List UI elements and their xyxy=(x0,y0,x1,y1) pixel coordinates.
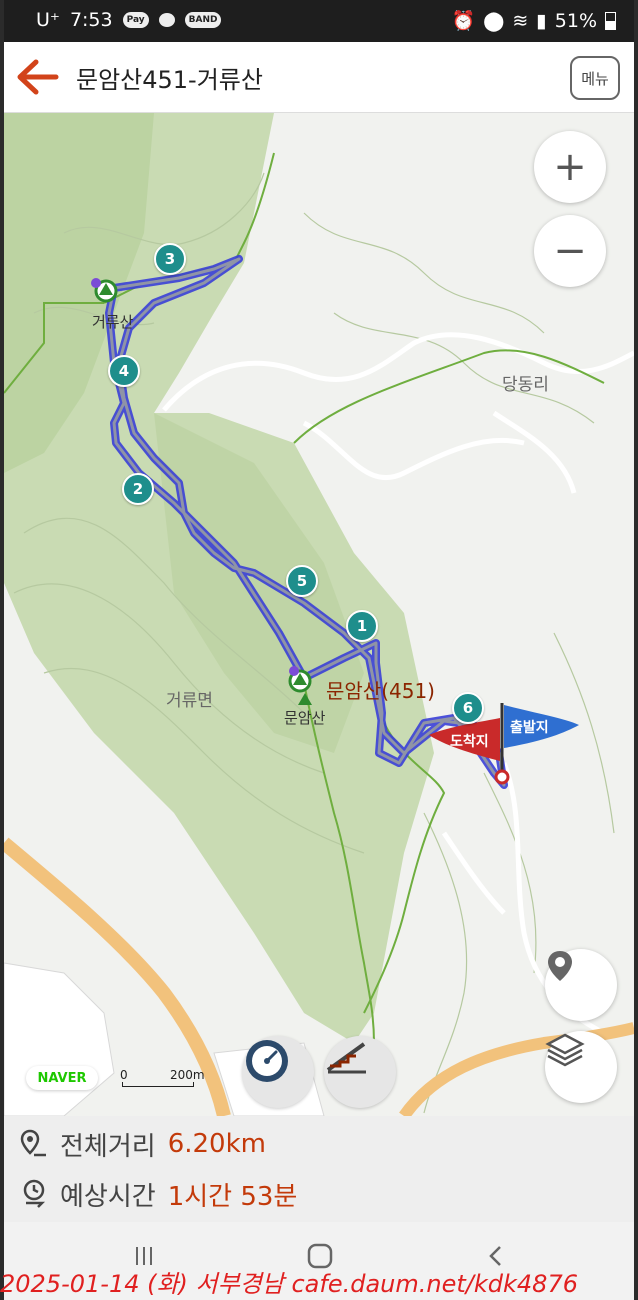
watermark-text: 2025-01-14 (화) 서부경남 cafe.daum.net/kdk487… xyxy=(0,1270,578,1298)
waypoint-marker[interactable]: 5 xyxy=(286,565,318,597)
back-button[interactable] xyxy=(16,58,60,96)
menu-button[interactable]: 메뉴 xyxy=(570,56,620,100)
waypoint-marker[interactable]: 6 xyxy=(452,692,484,724)
start-flag-label: 출발지 xyxy=(510,720,549,736)
area-label-georyu: 거류면 xyxy=(166,691,213,711)
battery-icon xyxy=(605,11,616,30)
scale-zero: 0 xyxy=(120,1068,128,1082)
peak-main-label: 문암산(451) xyxy=(326,679,435,703)
end-flag-label: 도착지 xyxy=(450,734,489,750)
status-right: ⏰ ⬤ ≋ ▮ 51% xyxy=(451,9,616,32)
status-bar: U⁺ 7:53 Pay BAND ⏰ ⬤ ≋ ▮ 51% xyxy=(4,0,634,42)
layers-button[interactable] xyxy=(545,1031,617,1103)
layers-icon xyxy=(545,1033,585,1067)
band-badge-icon: BAND xyxy=(184,12,222,28)
time-label: 예상시간 xyxy=(60,1181,156,1212)
waypoint-marker[interactable]: 4 xyxy=(108,355,140,387)
zoom-in-button[interactable]: + xyxy=(534,131,606,203)
battery-level: 51% xyxy=(554,9,597,32)
zoom-out-button[interactable]: − xyxy=(534,215,606,287)
waypoint-marker[interactable]: 3 xyxy=(154,243,186,275)
time-value: 1시간 53분 xyxy=(167,1181,298,1212)
distance-pin-icon xyxy=(20,1129,46,1157)
waypoint-marker[interactable]: 1 xyxy=(346,610,378,642)
back-arrow-icon xyxy=(17,59,59,95)
wifi-icon: ≋ xyxy=(512,9,529,32)
chat-icon xyxy=(158,13,175,27)
app-frame: U⁺ 7:53 Pay BAND ⏰ ⬤ ≋ ▮ 51% 문암산451-거류산 … xyxy=(4,0,634,1300)
app-header: 문암산451-거류산 메뉴 xyxy=(4,42,634,113)
my-location-button[interactable] xyxy=(545,949,617,1021)
signal-icon: ▮ xyxy=(536,9,547,32)
clock: 7:53 xyxy=(69,9,113,31)
location-icon: ⬤ xyxy=(483,9,505,32)
alarm-icon: ⏰ xyxy=(451,10,476,32)
status-left: U⁺ 7:53 Pay BAND xyxy=(36,9,222,31)
waypoint-marker[interactable]: 2 xyxy=(122,473,154,505)
location-pin-icon xyxy=(548,951,572,981)
speedometer-button[interactable] xyxy=(242,1036,314,1108)
route-end-point xyxy=(494,769,510,785)
peak-label-munamsan: 문암산 xyxy=(284,709,326,727)
time-icon xyxy=(23,1179,46,1208)
elevation-icon xyxy=(326,1042,366,1074)
elevation-profile-button[interactable] xyxy=(324,1036,396,1108)
carrier-label: U⁺ xyxy=(36,9,60,31)
naver-badge: NAVER xyxy=(26,1066,98,1090)
scale-bar xyxy=(122,1082,194,1087)
time-row: 예상시간 1시간 53분 xyxy=(20,1174,297,1214)
page-title: 문암산451-거류산 xyxy=(76,66,263,94)
pay-badge-icon: Pay xyxy=(122,12,149,28)
distance-row: 전체거리 6.20km xyxy=(20,1124,266,1164)
area-label-dangdong: 당동리 xyxy=(502,375,549,395)
map-scale: 0 200m xyxy=(120,1068,210,1088)
peak-label-georyusan: 거류산 xyxy=(92,313,134,331)
route-info-panel: 전체거리 6.20km 예상시간 1시간 53분 xyxy=(4,1116,634,1222)
scale-label: 200m xyxy=(170,1068,205,1082)
map-view[interactable]: + − 3 4 2 5 1 6 거류산 문암산 문암산(451) 당동리 거류면… xyxy=(4,113,634,1116)
distance-label: 전체거리 xyxy=(60,1131,156,1162)
distance-value: 6.20km xyxy=(167,1129,266,1159)
speedometer-icon xyxy=(246,1040,288,1082)
